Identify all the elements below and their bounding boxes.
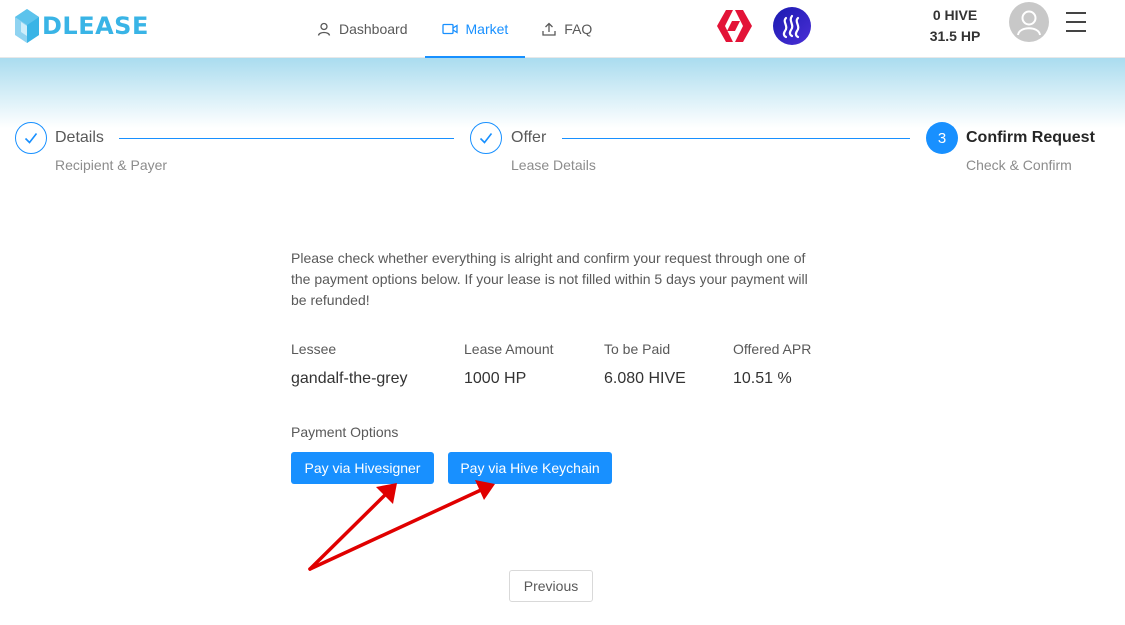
nav-faq-label: FAQ [564, 21, 593, 37]
pay-hivesigner-button[interactable]: Pay via Hivesigner [291, 452, 434, 484]
hive-icon[interactable] [716, 7, 754, 45]
step-2-description: Lease Details [511, 157, 596, 173]
main-nav: Dashboard Market FAQ [300, 0, 609, 58]
step-connector-1 [119, 138, 454, 139]
offered-apr-label: Offered APR [733, 341, 812, 357]
upload-icon [542, 22, 556, 36]
hamburger-menu-icon[interactable] [1064, 12, 1088, 34]
logo-text: DLEASE [42, 12, 149, 40]
step-2-check-icon [470, 122, 502, 154]
pay-keychain-button[interactable]: Pay via Hive Keychain [448, 452, 612, 484]
logo[interactable]: DLEASE [14, 8, 149, 44]
lessee-value: gandalf-the-grey [291, 370, 408, 387]
nav-market[interactable]: Market [424, 0, 526, 58]
annotation-arrow-icon [308, 480, 495, 571]
user-icon [317, 22, 331, 36]
annotation-arrow-icon [308, 483, 397, 571]
nav-dashboard-label: Dashboard [339, 21, 408, 37]
offered-apr-value: 10.51 % [733, 370, 792, 387]
step-3-number: 3 [926, 122, 958, 154]
previous-button[interactable]: Previous [509, 570, 593, 602]
step-1-description: Recipient & Payer [55, 157, 168, 173]
to-be-paid-label: To be Paid [604, 341, 671, 357]
lessee-label: Lessee [291, 341, 337, 357]
payment-options-label: Payment Options [291, 424, 399, 440]
confirmation-instructions: Please check whether everything is alrig… [291, 250, 808, 308]
step-3-description: Check & Confirm [966, 157, 1072, 173]
step-2-title: Offer [511, 129, 547, 146]
dlease-logo-icon [15, 9, 39, 43]
user-avatar-icon [1017, 10, 1041, 36]
to-be-paid-value: 6.080 HIVE [604, 370, 686, 387]
steem-icon[interactable] [773, 7, 811, 45]
hp-balance: 31.5 HP [929, 28, 981, 44]
step-connector-2 [562, 138, 910, 139]
hive-balance: 0 HIVE [932, 7, 978, 23]
steps-progress: Details Recipient & Payer Offer Lease De… [0, 118, 1125, 188]
lease-amount-value: 1000 HP [464, 370, 527, 387]
video-icon [441, 22, 458, 36]
nav-market-label: Market [465, 21, 509, 37]
step-1-check-icon [15, 122, 47, 154]
nav-faq[interactable]: FAQ [525, 0, 609, 58]
lease-amount-label: Lease Amount [464, 341, 554, 357]
top-navbar: DLEASE Dashboard Market FAQ 0 HIVE 31.5 … [0, 0, 1125, 58]
step-1-title: Details [55, 129, 104, 146]
avatar[interactable] [1009, 2, 1049, 42]
wallet-balances: 0 HIVE 31.5 HP [900, 5, 1010, 47]
nav-dashboard[interactable]: Dashboard [300, 0, 425, 58]
step-3-title: Confirm Request [966, 129, 1095, 146]
